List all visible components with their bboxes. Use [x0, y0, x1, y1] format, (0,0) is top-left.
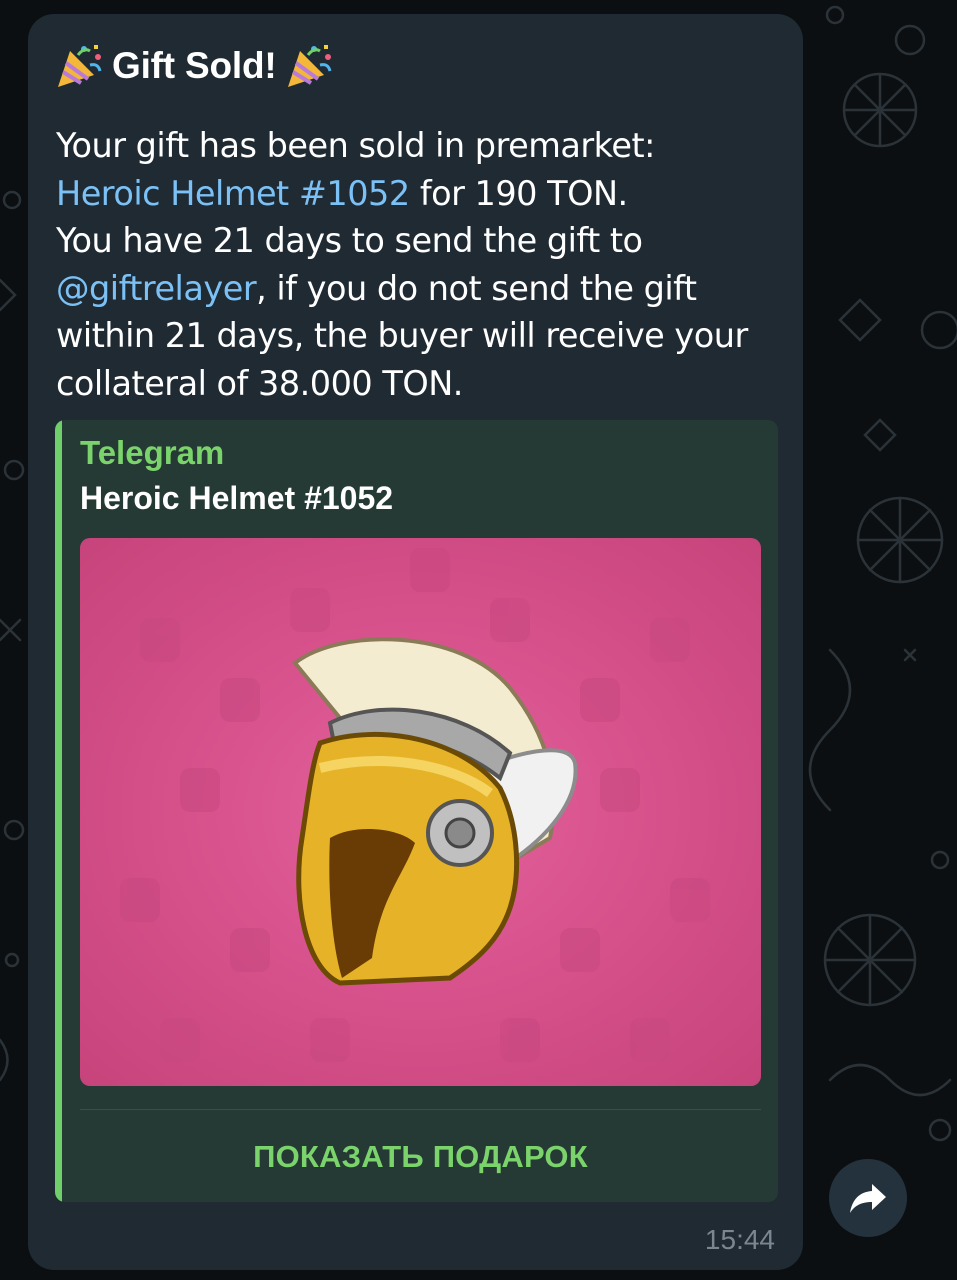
message-text: Your gift has been sold in premarket: He… [56, 122, 796, 407]
party-popper-icon [54, 41, 104, 91]
show-gift-button[interactable]: ПОКАЗАТЬ ПОДАРОК [80, 1126, 761, 1188]
link-preview[interactable]: Telegram Heroic Helmet #1052 ПОКАЗАТЬ ПО… [55, 420, 778, 1202]
message-line: Your gift has been sold in premarket: [56, 126, 655, 165]
share-button[interactable] [829, 1159, 907, 1237]
preview-accent-bar [55, 420, 62, 1202]
message-header: Gift Sold! [54, 38, 334, 94]
helmet-illustration [292, 637, 578, 986]
preview-site-name: Telegram [80, 434, 225, 471]
preview-title: Heroic Helmet #1052 [80, 480, 394, 516]
header-title: Gift Sold! [112, 45, 277, 86]
message-timestamp: 15:44 [704, 1224, 775, 1255]
message-line: You have 21 days to send the gift to [56, 221, 643, 260]
party-popper-icon [284, 41, 334, 91]
relayer-mention-link[interactable]: @giftrelayer [56, 269, 257, 308]
gift-link[interactable]: Heroic Helmet #1052 [56, 174, 410, 213]
share-arrow-icon [850, 1184, 886, 1213]
preview-divider [80, 1109, 761, 1110]
gift-price-text: for 190 TON. [409, 173, 628, 213]
gift-image[interactable] [80, 538, 761, 1086]
message-bubble: Gift Sold! Your gift has been sold in pr… [28, 14, 803, 1270]
